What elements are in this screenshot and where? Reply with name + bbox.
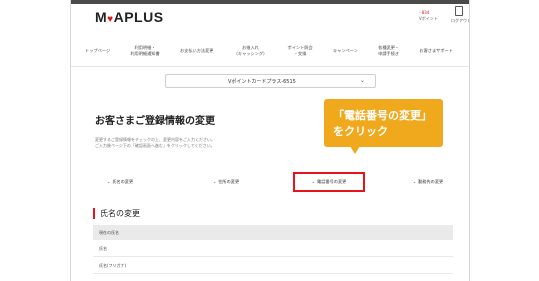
nav-divider — [71, 66, 469, 67]
chevron-down-icon: ⌄ — [412, 179, 417, 184]
tab-address-change[interactable]: ⌄ 住所の変更 — [191, 172, 261, 192]
change-tabs: ⌄ 氏名の変更 ⌄ 住所の変更 ⌄ 電話番号の変更 ⌄ 勤務先の変更 — [71, 172, 469, 192]
nav-item-procedures[interactable]: 各種変更・ 申請手続き — [378, 40, 399, 62]
tab-label: 勤務先の変更 — [418, 179, 444, 184]
nav-item-cashing[interactable]: お借入れ （キャッシング） — [234, 40, 268, 62]
intro-text: 変更するご登録情報をチェックの上、変更内容をご入力ください。 ご入力後ページ下の… — [95, 137, 215, 149]
chevron-down-icon: ⌄ — [212, 179, 217, 184]
nav-item-payment-method[interactable]: お支払い方法変更 — [180, 40, 214, 62]
tab-label: 氏名の変更 — [112, 179, 134, 184]
card-select[interactable]: Vポイントカードプラス-6515 ⌄ — [165, 74, 376, 88]
logout-icon — [455, 6, 463, 16]
nav-item-support[interactable]: お客さまサポート — [419, 40, 453, 62]
chevron-down-icon: ⌄ — [106, 179, 111, 184]
nav-item-points[interactable]: ポイント照会 ・交換 — [288, 40, 313, 62]
card-select-value: Vポイントカードプラス-6515 — [228, 79, 296, 85]
tab-label: 住所の変更 — [218, 179, 240, 184]
intro-line-2: ご入力後ページ下の「確認画面へ進む」をクリックしてください。 — [95, 143, 215, 148]
table-row: 氏名 — [93, 241, 453, 257]
logo-suffix: APLUS — [113, 9, 164, 25]
page-frame: M♥APLUS - 834 Vポイント ログアウト トップページ 利用明細・ 利… — [70, 0, 470, 281]
table-row-header: 現在の氏名 — [93, 225, 453, 240]
logout-label: ログアウト — [451, 18, 470, 23]
points-label: Vポイント — [419, 16, 438, 21]
tab-workplace-change[interactable]: ⌄ 勤務先の変更 — [393, 172, 463, 192]
callout-line-2: をクリック — [333, 125, 388, 138]
top-bar — [71, 0, 469, 4]
global-nav: トップページ 利用明細・ 利用明細通知書 お支払い方法変更 お借入れ （キャッシ… — [71, 40, 469, 62]
instruction-callout: 「電話番号の変更」 をクリック — [324, 99, 443, 154]
logo-prefix: M — [95, 9, 108, 25]
nav-item-top[interactable]: トップページ — [85, 40, 110, 62]
page-title: お客さまご登録情報の変更 — [95, 116, 215, 127]
tab-name-change[interactable]: ⌄ 氏名の変更 — [85, 172, 155, 192]
callout-pointer — [350, 146, 360, 154]
logout-button[interactable]: ログアウト — [451, 6, 470, 24]
nav-item-statement[interactable]: 利用明細・ 利用明細通知書 — [130, 40, 159, 62]
chevron-down-icon: ⌄ — [359, 77, 365, 84]
chevron-down-icon: ⌄ — [311, 179, 316, 184]
table-row: 氏名(フリガナ) — [93, 258, 453, 274]
tab-phone-change[interactable]: ⌄ 電話番号の変更 — [293, 172, 365, 192]
myaplus-logo[interactable]: M♥APLUS — [95, 9, 164, 25]
points-display: - 834 Vポイント — [419, 10, 438, 22]
section-title: 氏名の変更 — [93, 208, 140, 219]
nav-item-campaign[interactable]: キャンペーン — [333, 40, 358, 62]
callout-line-1: 「電話番号の変更」 — [333, 109, 432, 122]
tab-label: 電話番号の変更 — [317, 179, 347, 184]
